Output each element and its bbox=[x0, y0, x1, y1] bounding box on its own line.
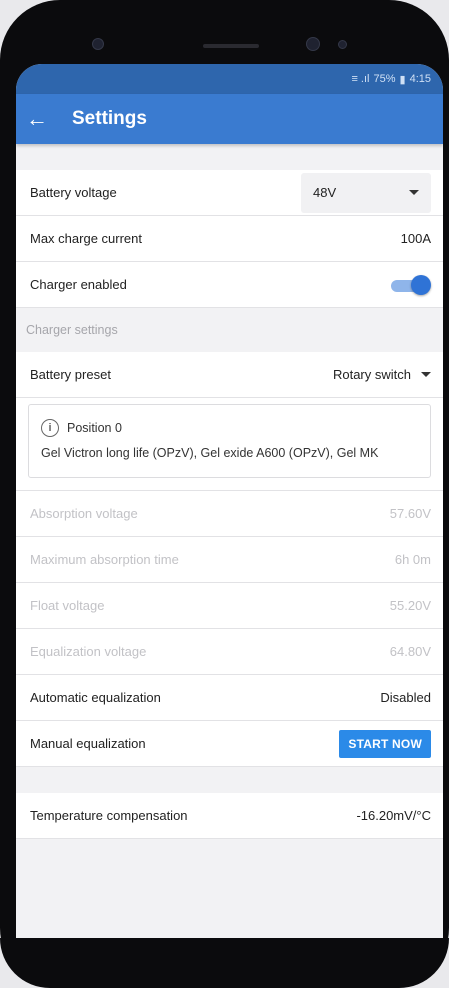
info-card-title: Position 0 bbox=[67, 420, 122, 435]
earpiece-speaker bbox=[203, 44, 259, 48]
max-charge-current-value: 100A bbox=[400, 231, 431, 246]
absorption-voltage-label: Absorption voltage bbox=[30, 506, 138, 522]
front-sensor bbox=[92, 38, 104, 50]
automatic-equalization-value: Disabled bbox=[380, 690, 431, 706]
section-spacer bbox=[16, 767, 443, 794]
charger-enabled-label: Charger enabled bbox=[30, 277, 127, 292]
screen: ≡ .ıl 75% ▮ 4:15 ← Settings Battery volt… bbox=[16, 64, 443, 938]
row-equalization-voltage: Equalization voltage 64.80V bbox=[16, 629, 443, 676]
battery-preset-select[interactable]: Rotary switch bbox=[333, 367, 431, 382]
page-title: Settings bbox=[72, 108, 147, 129]
battery-preset-value: Rotary switch bbox=[332, 367, 411, 382]
back-arrow-icon[interactable]: ← bbox=[16, 106, 72, 132]
row-float-voltage: Float voltage 55.20V bbox=[16, 583, 443, 630]
absorption-voltage-value: 57.60V bbox=[389, 506, 431, 522]
row-manual-equalization: Manual equalization START NOW bbox=[16, 721, 443, 768]
float-voltage-value: 55.20V bbox=[389, 598, 431, 614]
phone-top-bezel bbox=[0, 0, 449, 70]
app-bar: ← Settings bbox=[16, 94, 443, 144]
max-absorption-time-value: 6h 0m bbox=[394, 552, 431, 568]
temperature-compensation-label: Temperature compensation bbox=[30, 808, 188, 824]
toggle-knob bbox=[411, 274, 431, 295]
row-automatic-equalization[interactable]: Automatic equalization Disabled bbox=[16, 675, 443, 722]
status-bar: ≡ .ıl 75% ▮ 4:15 bbox=[16, 64, 443, 94]
battery-voltage-value: 48V bbox=[313, 185, 337, 200]
info-card-header: i Position 0 bbox=[41, 419, 418, 437]
dropdown-caret-icon bbox=[421, 372, 431, 377]
top-spacer bbox=[16, 144, 443, 170]
battery-percent: 75% bbox=[373, 73, 396, 85]
manual-equalization-label: Manual equalization bbox=[30, 736, 146, 752]
clock: 4:15 bbox=[409, 73, 431, 85]
float-voltage-label: Float voltage bbox=[30, 598, 105, 614]
row-max-absorption-time: Maximum absorption time 6h 0m bbox=[16, 537, 443, 584]
row-absorption-voltage: Absorption voltage 57.60V bbox=[16, 491, 443, 538]
section-header-charger-settings: Charger settings bbox=[16, 308, 443, 352]
info-card-text: Gel Victron long life (OPzV), Gel exide … bbox=[41, 446, 379, 460]
iris-sensor bbox=[338, 40, 347, 49]
row-temperature-compensation[interactable]: Temperature compensation -16.20mV/°C bbox=[16, 793, 443, 840]
battery-voltage-select[interactable]: 48V bbox=[301, 172, 431, 213]
phone-bottom-bezel bbox=[0, 938, 449, 988]
equalization-voltage-label: Equalization voltage bbox=[30, 644, 147, 660]
charger-enabled-toggle[interactable] bbox=[389, 274, 431, 295]
info-icon: i bbox=[41, 419, 59, 437]
dropdown-caret-icon bbox=[409, 190, 419, 195]
signal-icon: ≡ .ıl bbox=[351, 73, 370, 85]
battery-icon: ▮ bbox=[399, 73, 406, 86]
row-max-charge-current[interactable]: Max charge current 100A bbox=[16, 216, 443, 262]
front-camera bbox=[306, 37, 320, 51]
row-battery-voltage: Battery voltage 48V bbox=[16, 170, 443, 216]
preset-info-card: i Position 0 Gel Victron long life (OPzV… bbox=[28, 404, 431, 479]
start-now-button[interactable]: START NOW bbox=[339, 729, 431, 758]
row-charger-enabled: Charger enabled bbox=[16, 262, 443, 308]
row-battery-preset: Battery preset Rotary switch bbox=[16, 352, 443, 398]
preset-info-container: i Position 0 Gel Victron long life (OPzV… bbox=[16, 398, 443, 492]
temperature-compensation-value: -16.20mV/°C bbox=[356, 808, 431, 824]
battery-voltage-label: Battery voltage bbox=[30, 185, 117, 200]
automatic-equalization-label: Automatic equalization bbox=[30, 690, 161, 706]
max-absorption-time-label: Maximum absorption time bbox=[30, 552, 179, 568]
equalization-voltage-value: 64.80V bbox=[389, 644, 431, 660]
battery-preset-label: Battery preset bbox=[30, 367, 111, 382]
max-charge-current-label: Max charge current bbox=[30, 231, 142, 246]
phone-frame: ≡ .ıl 75% ▮ 4:15 ← Settings Battery volt… bbox=[0, 0, 449, 988]
